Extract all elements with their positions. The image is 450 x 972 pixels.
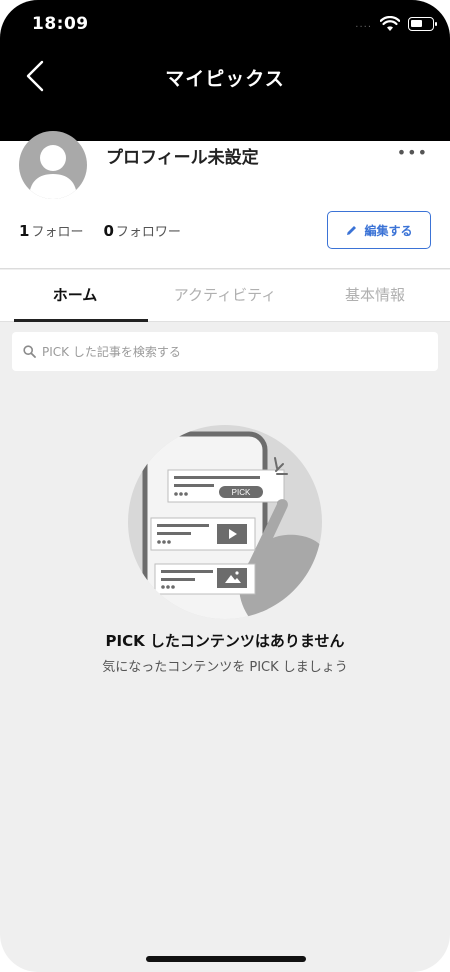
profile-tabs: ホーム アクティビティ 基本情報 bbox=[0, 270, 450, 322]
header-bar: 18:09 .... マイピックス bbox=[0, 0, 450, 141]
status-time: 18:09 bbox=[32, 14, 89, 34]
followers-stat[interactable]: 0 フォロワー bbox=[103, 221, 180, 240]
signal-icon: .... bbox=[355, 18, 372, 30]
more-options-icon[interactable]: ••• bbox=[397, 143, 428, 162]
edit-profile-button[interactable]: 編集する bbox=[327, 211, 431, 249]
pencil-icon bbox=[347, 225, 357, 235]
tab-basic-info[interactable]: 基本情報 bbox=[300, 270, 450, 321]
empty-state-title: PICK したコンテンツはありません bbox=[105, 632, 345, 650]
app-screen: 18:09 .... マイピックス プロフィール未設定 ••• 1 フォロー 0… bbox=[0, 0, 450, 972]
page-title: マイピックス bbox=[165, 68, 285, 90]
empty-state-illustration: PICK bbox=[128, 425, 322, 619]
followers-label: フォロワー bbox=[115, 225, 181, 240]
illustration-pick-badge: PICK bbox=[232, 488, 251, 497]
search-icon bbox=[23, 345, 36, 358]
status-icons: .... bbox=[355, 14, 437, 34]
profile-section: プロフィール未設定 ••• 1 フォロー 0 フォロワー 編集する bbox=[0, 131, 450, 269]
search-placeholder: PICK した記事を検索する bbox=[42, 345, 181, 359]
profile-name: プロフィール未設定 bbox=[106, 148, 259, 168]
avatar-icon[interactable] bbox=[19, 131, 87, 199]
follow-stats: 1 フォロー 0 フォロワー bbox=[19, 221, 181, 240]
battery-icon bbox=[408, 17, 437, 31]
empty-state-subtitle: 気になったコンテンツを PICK しましょう bbox=[102, 660, 348, 675]
following-count: 1 bbox=[19, 222, 30, 240]
followers-count: 0 bbox=[103, 222, 114, 240]
tab-activity[interactable]: アクティビティ bbox=[150, 270, 300, 321]
following-label: フォロー bbox=[31, 225, 84, 240]
tab-home[interactable]: ホーム bbox=[0, 270, 150, 322]
edit-profile-label: 編集する bbox=[364, 223, 413, 238]
wifi-icon bbox=[380, 16, 400, 31]
home-indicator[interactable] bbox=[146, 956, 306, 962]
search-input[interactable]: PICK した記事を検索する bbox=[12, 332, 438, 371]
following-stat[interactable]: 1 フォロー bbox=[19, 221, 83, 240]
